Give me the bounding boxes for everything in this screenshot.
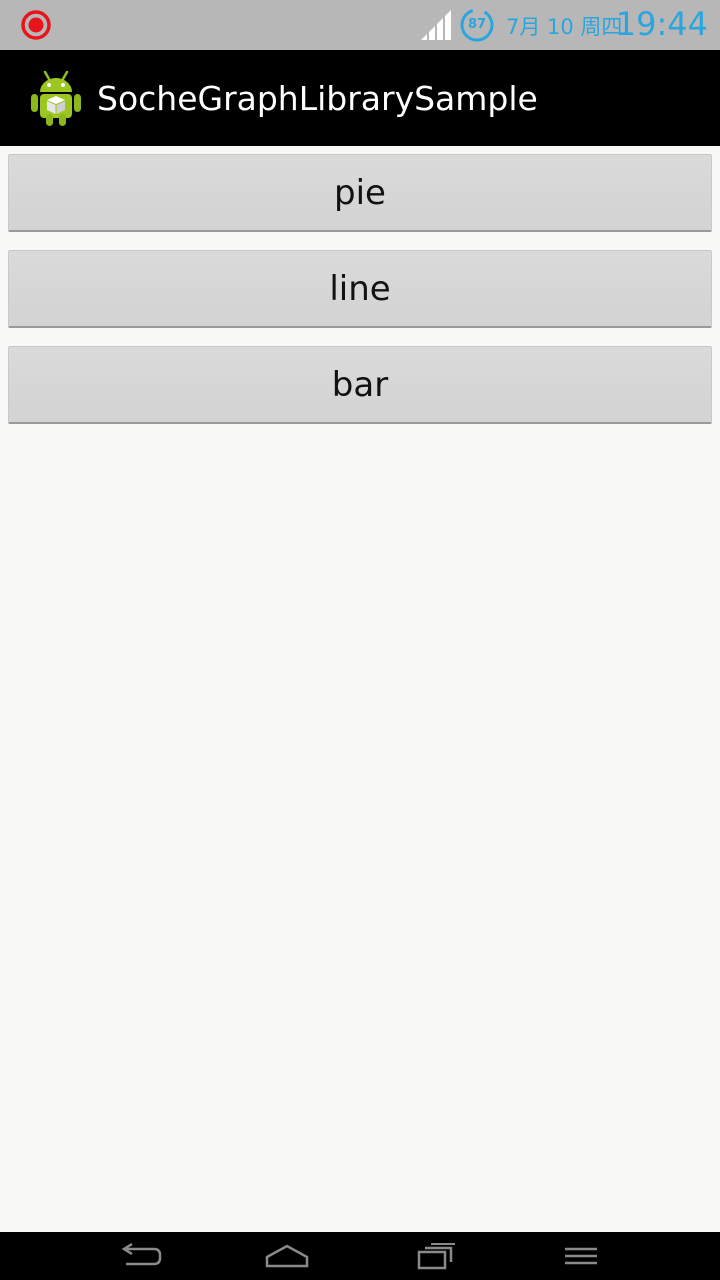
menu-icon[interactable] xyxy=(557,1240,605,1272)
bar-button[interactable]: bar xyxy=(8,346,712,424)
status-date: 7月 10 周四 xyxy=(506,15,623,39)
status-bar: 87 7月 10 周四 19:44 xyxy=(0,0,720,50)
signal-icon xyxy=(421,10,451,40)
action-bar: SocheGraphLibrarySample xyxy=(0,50,720,146)
navigation-bar xyxy=(0,1232,720,1280)
app-screen: 87 7月 10 周四 19:44 SocheGraphLibrarySampl… xyxy=(0,0,720,1280)
android-app-icon[interactable] xyxy=(28,68,84,128)
home-icon[interactable] xyxy=(263,1240,311,1272)
pie-button[interactable]: pie xyxy=(8,154,712,232)
app-title: SocheGraphLibrarySample xyxy=(97,79,538,118)
back-icon[interactable] xyxy=(116,1240,164,1272)
recent-apps-icon[interactable] xyxy=(411,1240,459,1272)
line-button[interactable]: line xyxy=(8,250,712,328)
status-time: 19:44 xyxy=(615,5,708,43)
battery-level: 87 xyxy=(467,17,487,32)
screen-record-icon xyxy=(21,10,51,40)
